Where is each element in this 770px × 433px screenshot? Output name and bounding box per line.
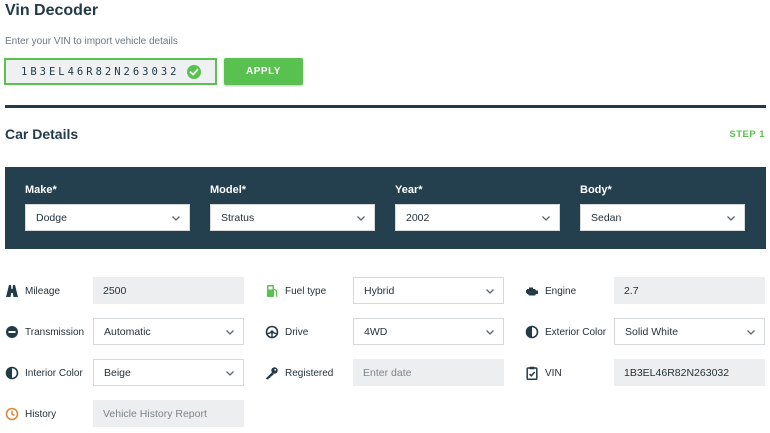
model-value: Stratus: [221, 211, 255, 224]
mileage-label: Mileage: [25, 285, 61, 297]
make-field: Make* Dodge: [25, 184, 190, 231]
mileage-label-group: Mileage: [5, 284, 60, 298]
vin-field-value: 1B3EL46R82N263032: [624, 366, 730, 379]
history-label: History: [25, 408, 57, 420]
make-label: Make*: [25, 184, 57, 196]
registered-date-input[interactable]: Enter date: [353, 359, 504, 386]
history-report-input[interactable]: Vehicle History Report: [93, 400, 244, 427]
half-circle-icon: [5, 366, 19, 380]
body-label: Body*: [580, 184, 612, 196]
chevron-down-icon: [747, 330, 755, 335]
exterior-color-label: Exterior Color: [545, 326, 607, 338]
year-label: Year*: [395, 184, 423, 196]
vin-input-value: 1B3EL46R82N263032: [21, 65, 180, 78]
mileage-value: 2500: [103, 284, 127, 297]
engine-input[interactable]: 2.7: [614, 277, 765, 304]
check-circle-icon: [187, 65, 201, 79]
car-details-title: Car Details: [5, 126, 79, 142]
drive-select[interactable]: 4WD: [353, 318, 504, 345]
apply-button[interactable]: APPLY: [224, 58, 303, 85]
fuel-type-label: Fuel type: [285, 285, 327, 297]
fuel-pump-icon: [267, 285, 278, 297]
chevron-down-icon: [727, 216, 735, 221]
engine-label: Engine: [545, 285, 577, 297]
transmission-label: Transmission: [25, 326, 85, 338]
year-field: Year* 2002: [395, 184, 560, 231]
drive-label-group: Drive: [265, 325, 308, 339]
body-value: Sedan: [591, 211, 622, 224]
vin-decoder-subtitle: Enter your VIN to import vehicle details: [5, 36, 178, 47]
registered-placeholder: Enter date: [363, 366, 412, 379]
history-label-group: History: [5, 407, 56, 421]
registered-label-group: Registered: [265, 366, 333, 380]
interior-color-label: Interior Color: [25, 367, 83, 379]
clipboard-check-icon: [526, 366, 538, 380]
chevron-down-icon: [357, 216, 365, 221]
vin-label: VIN: [545, 367, 562, 379]
model-field: Model* Stratus: [210, 184, 375, 231]
interior-color-value: Beige: [104, 366, 131, 379]
model-label: Model*: [210, 184, 247, 196]
body-select[interactable]: Sedan: [580, 204, 745, 231]
body-field: Body* Sedan: [580, 184, 745, 231]
exterior-color-label-group: Exterior Color: [525, 325, 606, 339]
chevron-down-icon: [226, 371, 234, 376]
chevron-down-icon: [542, 216, 550, 221]
interior-color-label-group: Interior Color: [5, 366, 83, 380]
vin-label-group: VIN: [525, 366, 562, 380]
year-value: 2002: [406, 211, 430, 224]
drive-value: 4WD: [364, 325, 388, 338]
chevron-down-icon: [226, 330, 234, 335]
vin-decoder-title: Vin Decoder: [5, 2, 99, 19]
chevron-down-icon: [486, 289, 494, 294]
section-divider: [5, 105, 766, 108]
engine-icon: [526, 287, 538, 296]
engine-value: 2.7: [624, 284, 639, 297]
key-icon: [265, 367, 278, 380]
fuel-type-value: Hybrid: [364, 284, 395, 297]
transmission-select[interactable]: Automatic: [93, 318, 244, 345]
step-indicator: STEP 1: [729, 129, 765, 140]
exterior-color-value: Solid White: [625, 325, 679, 338]
fuel-type-label-group: Fuel type: [265, 284, 326, 298]
chevron-down-icon: [172, 216, 180, 221]
transmission-value: Automatic: [104, 325, 151, 338]
exterior-color-select[interactable]: Solid White: [614, 318, 765, 345]
drive-label: Drive: [285, 326, 309, 338]
road-icon: [6, 285, 18, 297]
steering-wheel-icon: [265, 325, 279, 339]
history-placeholder: Vehicle History Report: [103, 407, 207, 420]
engine-label-group: Engine: [525, 284, 576, 298]
transmission-icon: [6, 326, 18, 338]
clock-icon: [5, 407, 19, 421]
mileage-input[interactable]: 2500: [93, 277, 244, 304]
transmission-label-group: Transmission: [5, 325, 84, 339]
vin-input[interactable]: 1B3EL46R82N263032: [4, 58, 217, 85]
primary-fields-panel: Make* Dodge Model* Stratus Year* 2002 Bo…: [5, 167, 766, 249]
vin-field[interactable]: 1B3EL46R82N263032: [614, 359, 765, 386]
registered-label: Registered: [285, 367, 334, 379]
half-circle-icon: [525, 325, 539, 339]
year-select[interactable]: 2002: [395, 204, 560, 231]
chevron-down-icon: [486, 330, 494, 335]
interior-color-select[interactable]: Beige: [93, 359, 244, 386]
fuel-type-select[interactable]: Hybrid: [353, 277, 504, 304]
make-select[interactable]: Dodge: [25, 204, 190, 231]
model-select[interactable]: Stratus: [210, 204, 375, 231]
make-value: Dodge: [36, 211, 67, 224]
